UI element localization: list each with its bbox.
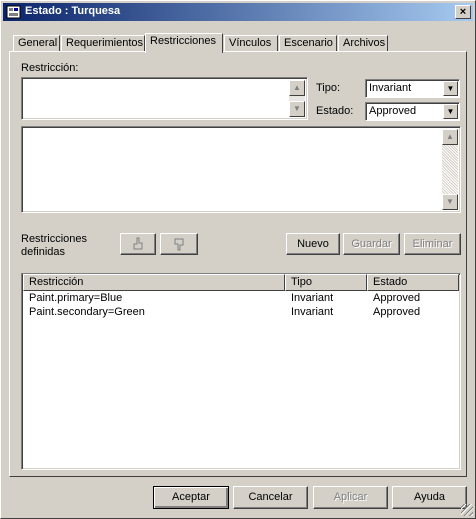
dialog-window: Estado : Turquesa × General Requerimient… bbox=[0, 0, 476, 519]
column-header-label: Tipo bbox=[291, 276, 312, 288]
tab-requerimientos[interactable]: Requerimientos bbox=[61, 35, 145, 51]
scroll-up-icon[interactable]: ▲ bbox=[289, 80, 305, 96]
column-header-label: Estado bbox=[373, 276, 408, 288]
app-icon bbox=[6, 4, 22, 20]
tab-vinculos[interactable]: Vínculos bbox=[224, 35, 278, 51]
cancelar-label: Cancelar bbox=[248, 491, 293, 503]
column-header-estado[interactable]: Estado bbox=[367, 274, 459, 291]
window-title: Estado : Turquesa bbox=[25, 5, 121, 17]
eliminar-button[interactable]: Eliminar bbox=[404, 233, 461, 255]
scroll-down-icon[interactable]: ▼ bbox=[289, 101, 305, 117]
title-bar[interactable]: Estado : Turquesa × bbox=[3, 3, 473, 21]
defined-label-line2: definidas bbox=[21, 246, 66, 258]
resize-grip-icon[interactable] bbox=[461, 504, 473, 516]
row-estado: Approved bbox=[373, 306, 421, 318]
tab-label: Escenario bbox=[284, 37, 333, 49]
tab-label: Archivos bbox=[343, 37, 386, 49]
restriccion-input[interactable]: ▲ ▼ bbox=[21, 77, 308, 120]
estado-value: Approved bbox=[369, 105, 417, 117]
notes-scrollbar[interactable]: ▲ ▼ bbox=[442, 129, 458, 210]
hand-up-icon bbox=[133, 237, 143, 250]
row-estado: Approved bbox=[373, 292, 421, 304]
chevron-down-icon[interactable]: ▼ bbox=[443, 104, 458, 119]
tab-escenario[interactable]: Escenario bbox=[279, 35, 337, 51]
tab-restricciones[interactable]: Restricciones bbox=[145, 33, 223, 53]
notes-textarea[interactable]: ▲ ▼ bbox=[21, 126, 461, 213]
tipo-label: Tipo: bbox=[316, 82, 341, 94]
restricciones-panel: Restricción: ▲ ▼ Tipo: Invariant ▼ Estad… bbox=[9, 51, 467, 477]
tab-general[interactable]: General bbox=[13, 35, 60, 51]
tab-archivos[interactable]: Archivos bbox=[338, 35, 388, 51]
move-down-button[interactable] bbox=[160, 233, 198, 255]
table-row[interactable]: Paint.primary=Blue Invariant Approved bbox=[23, 292, 459, 306]
column-header-tipo[interactable]: Tipo bbox=[285, 274, 367, 291]
cancelar-button[interactable]: Cancelar bbox=[233, 486, 308, 509]
aplicar-label: Aplicar bbox=[333, 491, 368, 503]
tipo-value: Invariant bbox=[369, 82, 412, 94]
move-up-button[interactable] bbox=[120, 233, 156, 255]
row-tipo: Invariant bbox=[291, 306, 334, 318]
estado-label: Estado: bbox=[316, 105, 354, 117]
column-header-restriccion[interactable]: Restricción bbox=[23, 274, 285, 291]
row-tipo: Invariant bbox=[291, 292, 334, 304]
ayuda-button[interactable]: Ayuda bbox=[392, 486, 467, 509]
aceptar-button[interactable]: Aceptar bbox=[153, 486, 229, 509]
close-button[interactable]: × bbox=[455, 5, 471, 19]
guardar-button[interactable]: Guardar bbox=[343, 233, 400, 255]
tab-label: Requerimientos bbox=[66, 37, 144, 49]
nuevo-label: Nuevo bbox=[297, 238, 329, 250]
row-restriccion: Paint.secondary=Green bbox=[29, 306, 145, 318]
restrictions-table: Restricción Tipo Estado Paint.primary=Bl… bbox=[21, 273, 461, 470]
defined-label: Restricciones definidas bbox=[21, 233, 87, 259]
hand-down-icon bbox=[174, 238, 184, 251]
estado-select[interactable]: Approved ▼ bbox=[365, 102, 460, 121]
tipo-select[interactable]: Invariant ▼ bbox=[365, 79, 460, 98]
column-header-label: Restricción bbox=[29, 276, 84, 288]
tab-label: Vínculos bbox=[229, 37, 272, 49]
eliminar-label: Eliminar bbox=[412, 238, 453, 250]
nuevo-button[interactable]: Nuevo bbox=[286, 233, 340, 255]
ayuda-label: Ayuda bbox=[414, 491, 445, 503]
tab-label: Restricciones bbox=[150, 35, 217, 47]
aplicar-button[interactable]: Aplicar bbox=[313, 486, 388, 509]
row-restriccion: Paint.primary=Blue bbox=[29, 292, 123, 304]
scroll-down-icon[interactable]: ▼ bbox=[442, 194, 458, 210]
aceptar-label: Aceptar bbox=[172, 491, 210, 503]
restriccion-scrollbar[interactable]: ▲ ▼ bbox=[289, 80, 305, 117]
chevron-down-icon[interactable]: ▼ bbox=[443, 81, 458, 96]
tab-label: General bbox=[18, 37, 58, 49]
defined-label-line1: Restricciones bbox=[21, 233, 88, 245]
table-row[interactable]: Paint.secondary=Green Invariant Approved bbox=[23, 306, 459, 320]
scroll-up-icon[interactable]: ▲ bbox=[442, 129, 458, 145]
guardar-label: Guardar bbox=[351, 238, 392, 250]
restriccion-label: Restricción: bbox=[21, 62, 79, 74]
